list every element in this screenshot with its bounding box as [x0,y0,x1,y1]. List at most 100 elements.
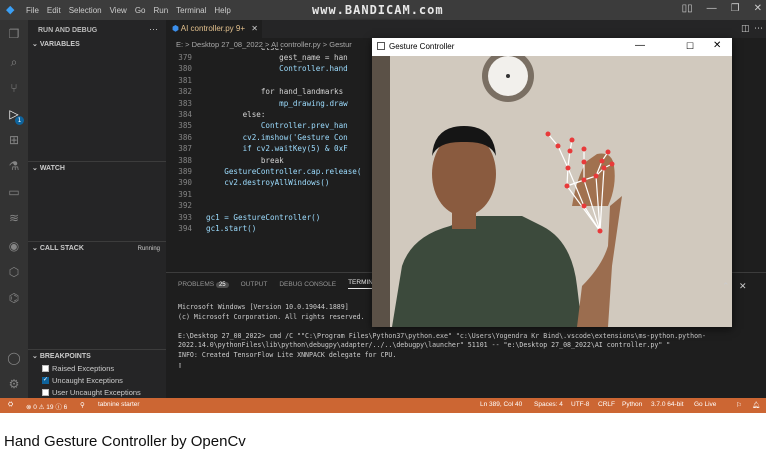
code-text: for hand_landmarks [206,87,348,97]
tabnine-status[interactable]: tabnine starter [98,401,140,408]
panel-close-icon[interactable]: ✕ [739,282,747,292]
menu-run[interactable]: Run [153,6,168,15]
code-lines[interactable]: else: 379 gest_name = han 380 Controller.h… [166,48,372,272]
gesture-window-titlebar[interactable]: Gesture Controller — ☐ ✕ [372,38,732,56]
menu-terminal[interactable]: Terminal [176,6,206,15]
line-number: 394 [178,224,192,233]
settings-gear-icon[interactable]: ⚙ [6,376,22,392]
code-text: cv2.imshow('Gesture Con [206,132,348,142]
menu-edit[interactable]: Edit [47,6,61,15]
panel-tabs: PROBLEMS 25 OUTPUT DEBUG CONSOLE TERMINA… [178,279,381,289]
watch-label: WATCH [39,165,65,172]
code-text: if cv2.waitKey(5) & 0xF [206,144,348,154]
line-number: 384 [178,110,192,119]
title-bar: ◆ File Edit Selection View Go Run Termin… [0,0,766,20]
close-icon[interactable]: ✕ [713,40,721,51]
section-breakpoints[interactable]: ⌄ BREAKPOINTS [28,349,166,363]
explorer-icon[interactable]: ❐ [6,26,22,42]
breakpoints-label: BREAKPOINTS [39,353,91,360]
search-icon[interactable]: ⌕ [6,54,22,70]
line-number: 390 [178,178,192,188]
code-text: gc1.start() [206,224,257,233]
bp-uncaught-exceptions[interactable]: ✓ Uncaught Exceptions [42,376,123,385]
bp-raised-exceptions[interactable]: Raised Exceptions [42,364,114,373]
screen: ◆ File Edit Selection View Go Run Termin… [0,0,766,456]
live-share-icon[interactable]: ⚲ [80,401,85,409]
encoding[interactable]: UTF-8 [571,401,589,408]
minimize-icon[interactable]: — [635,40,645,51]
line-ending[interactable]: CRLF [598,401,615,408]
indentation[interactable]: Spaces: 4 [534,401,563,408]
chevron-down-icon: ⌄ [32,353,40,360]
close-tab-icon[interactable]: ✕ [251,24,258,33]
close-icon[interactable]: ✕ [754,3,762,14]
gesture-controller-window: Gesture Controller — ☐ ✕ [372,38,732,327]
section-watch[interactable]: ⌄ WATCH [28,161,166,175]
vscode-logo-icon: ◆ [6,4,15,16]
terminal-line: (c) Microsoft Corporation. All rights re… [178,312,365,321]
python-file-icon: ⬢ [172,24,181,33]
checkbox[interactable] [42,365,49,372]
menu-file[interactable]: File [26,6,39,15]
minimize-icon[interactable]: — [707,3,717,14]
menu-go[interactable]: Go [135,6,146,15]
window-controls: ▯▯ — ❐ ✕ [682,3,762,14]
source-control-icon[interactable]: ⑂ [6,80,22,96]
line-number: 380 [178,64,192,74]
line-number: 386 [178,132,192,142]
section-variables[interactable]: ⌄ VARIABLES [28,38,166,52]
code-text: cv2.destroyAllWindows() [206,178,330,188]
menu-selection[interactable]: Selection [69,6,102,15]
editor-tabs: ⬢ AI controller.py 9+ ✕ [166,20,766,38]
camera-feed [372,56,732,327]
menu-help[interactable]: Help [214,6,230,15]
line-number: 393 [178,212,192,222]
menu-view[interactable]: View [110,6,127,15]
interpreter[interactable]: 3.7.0 64-bit [651,401,684,408]
folder-icon[interactable]: ▭ [6,184,22,200]
run-debug-sidebar: RUN AND DEBUG ··· ⌄ VARIABLES ⌄ WATCH ⌄ … [28,20,166,398]
chevron-down-icon: ⌄ [32,245,40,252]
github-icon[interactable]: ◉ [6,238,22,254]
split-editor-icon[interactable]: ◫ [741,24,750,34]
line-number: 385 [178,121,192,131]
tab-problems[interactable]: PROBLEMS 25 [178,281,229,288]
testing-icon[interactable]: ⚗ [6,158,22,174]
go-live[interactable]: Go Live [694,401,716,408]
cursor-position[interactable]: Ln 389, Col 40 [480,401,522,408]
tab-output[interactable]: OUTPUT [241,281,268,288]
layout-icon[interactable]: ▯▯ [682,3,693,14]
bell-icon[interactable]: 🔔︎ [752,401,760,409]
app-icon [377,42,385,50]
editor-more-icon[interactable]: ⋯ [754,24,763,34]
terminal-line: E:\Desktop 27_08_2022> cmd /C ""C:\Progr… [178,331,706,340]
stack-icon[interactable]: ≋ [6,210,22,226]
section-call-stack[interactable]: ⌄ CALL STACK Running [28,241,166,255]
maximize-icon[interactable]: ☐ [686,41,694,52]
account-icon[interactable]: ◯ [6,350,22,366]
line-number: 381 [178,75,192,85]
tab-debug-console[interactable]: DEBUG CONSOLE [279,281,336,288]
panel-maximize-icon[interactable]: ⌃ [722,282,730,292]
activity-bar: ❐ ⌕ ⑂ ▷ 1 ⊞ ⚗ ▭ ≋ ◉ ⬡ ⌬ ◯ ⚙ [0,20,28,398]
line-number: 387 [178,144,192,154]
tab-ai-controller[interactable]: ⬢ AI controller.py 9+ ✕ [166,20,262,38]
checkbox-checked[interactable]: ✓ [42,377,49,384]
terminal-line: 2022.14.0\pythonFiles\lib\python\debugpy… [178,341,671,350]
maximize-icon[interactable]: ❐ [731,3,740,14]
chevron-down-icon: ⌄ [32,41,40,48]
extensions-icon[interactable]: ⊞ [6,132,22,148]
problems-status[interactable]: ⊗ 0 ⚠ 19 ⓘ 6 [26,401,67,411]
bp-user-uncaught-exceptions[interactable]: User Uncaught Exceptions [42,388,141,397]
language-mode[interactable]: Python [622,401,642,408]
sidebar-title: RUN AND DEBUG [38,27,98,34]
terminal-line: Microsoft Windows [Version 10.0.19044.18… [178,303,349,311]
docker-icon[interactable]: ⬡ [6,264,22,280]
checkbox[interactable] [42,389,49,396]
debug-status-icon[interactable]: ⛭ [8,401,13,409]
feedback-icon[interactable]: ⚐ [736,401,742,409]
line-number: 383 [178,98,192,108]
more-actions-icon[interactable]: ··· [149,24,158,34]
line-number: 379 [178,53,192,62]
remote-icon[interactable]: ⌬ [6,290,22,306]
